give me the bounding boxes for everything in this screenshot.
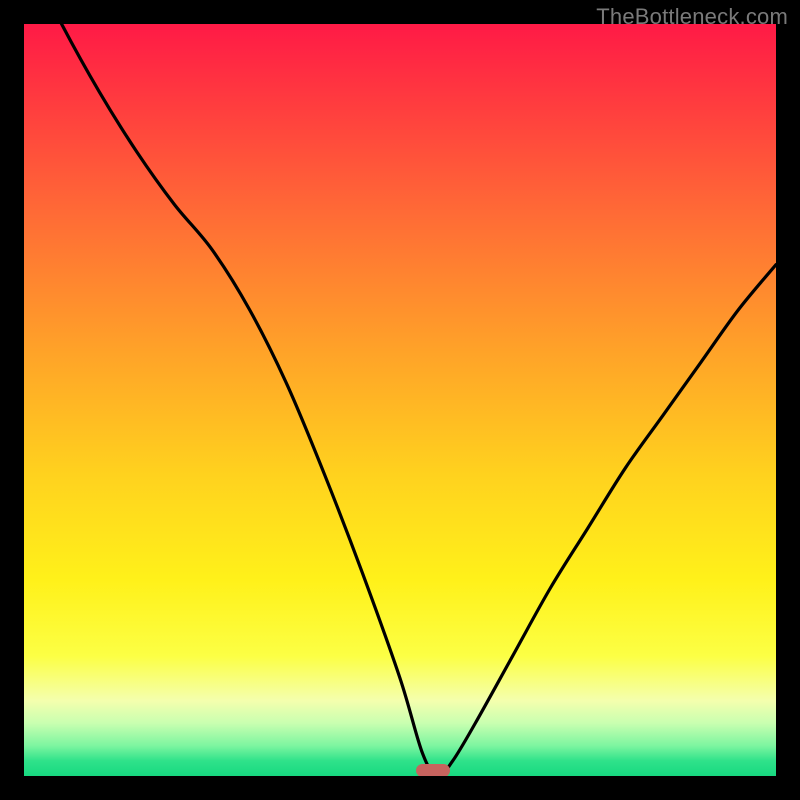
watermark-text: TheBottleneck.com	[596, 4, 788, 30]
optimal-point-marker	[416, 764, 450, 776]
plot-area	[24, 24, 776, 776]
chart-frame: TheBottleneck.com	[0, 0, 800, 800]
bottleneck-curve	[24, 24, 776, 776]
